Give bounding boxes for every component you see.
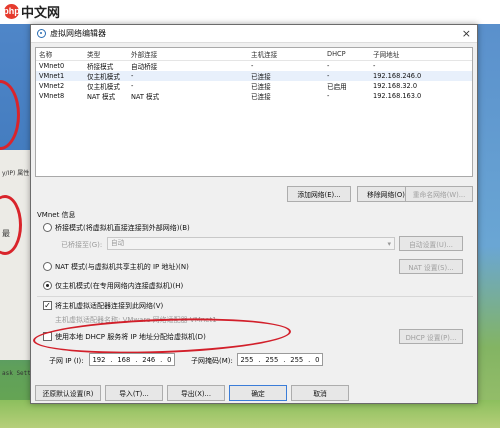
- table-cell: 已连接: [251, 83, 271, 91]
- table-cell: -: [327, 92, 330, 100]
- table-cell: VMnet2: [39, 82, 65, 90]
- chevron-down-icon: ▾: [387, 240, 391, 248]
- connect-adapter-checkbox[interactable]: ✓: [43, 301, 52, 310]
- table-cell: -: [251, 62, 254, 70]
- logo-text: 中文网: [21, 4, 61, 20]
- subnet-ip-input[interactable]: 192. 168. 246. 0: [89, 353, 175, 366]
- dialog-title: 虚拟网络编辑器: [50, 29, 106, 38]
- close-icon[interactable]: ×: [462, 28, 471, 40]
- table-cell: VMnet8: [39, 92, 65, 100]
- table-cell: NAT 模式: [87, 93, 116, 101]
- bridge-to-label: 已桥接至(G):: [61, 241, 103, 249]
- table-row[interactable]: VMnet2 仅主机模式 - 已连接 已启用 192.168.32.0: [36, 81, 472, 91]
- vmnet-info-title: VMnet 信息: [37, 211, 76, 219]
- table-row[interactable]: VMnet1 仅主机模式 - 已连接 - 192.168.246.0: [36, 71, 472, 81]
- dhcp-settings-button[interactable]: DHCP 设置(P)...: [399, 329, 463, 344]
- subnet-mask-input[interactable]: 255. 255. 255. 0: [237, 353, 323, 366]
- table-cell: 已启用: [327, 83, 347, 91]
- background-text-3: ask Sett: [2, 370, 31, 377]
- table-header-row: 名称 类型 外部连接 主机连接 DHCP 子网地址: [36, 48, 472, 61]
- column-header[interactable]: 类型: [84, 48, 128, 61]
- bridge-adapter-value: 自动: [111, 239, 125, 247]
- ip-octet: 255: [240, 355, 254, 364]
- desktop-bottom: [0, 400, 500, 428]
- ip-dot: .: [160, 355, 163, 364]
- host-only-radio[interactable]: [43, 281, 52, 290]
- table-cell: 192.168.163.0: [373, 92, 422, 100]
- ip-dot: .: [258, 355, 261, 364]
- nat-settings-button[interactable]: NAT 设置(S)...: [399, 259, 463, 274]
- ip-dot: .: [308, 355, 311, 364]
- website-header-strip: [0, 0, 500, 24]
- ip-octet: 192: [92, 355, 106, 364]
- network-icon: [37, 29, 46, 38]
- table-cell: -: [327, 62, 330, 70]
- bridge-adapter-select[interactable]: 自动 ▾: [107, 237, 395, 250]
- table-cell: -: [128, 71, 248, 81]
- ip-octet: 255: [265, 355, 279, 364]
- export-button[interactable]: 导出(X)...: [167, 385, 225, 401]
- bridge-mode-label: 桥接模式(将虚拟机直接连接到外部网络)(B): [55, 224, 190, 232]
- table-cell: VMnet0: [39, 62, 65, 70]
- bridge-mode-radio[interactable]: [43, 223, 52, 232]
- background-text-1: y/IP) 属性: [2, 170, 30, 177]
- ip-octet: 0: [167, 355, 172, 364]
- column-header[interactable]: DHCP: [324, 48, 370, 61]
- divider: [37, 296, 473, 297]
- table-cell: VMnet1: [36, 71, 84, 81]
- ip-dot: .: [110, 355, 113, 364]
- virtual-network-editor-dialog: 虚拟网络编辑器 × 名称 类型 外部连接 主机连接 DHCP 子网地址 VMne…: [30, 24, 478, 404]
- table-cell: -: [324, 71, 370, 81]
- table-cell: 仅主机模式: [87, 83, 120, 91]
- column-header[interactable]: 主机连接: [248, 48, 324, 61]
- network-table: 名称 类型 外部连接 主机连接 DHCP 子网地址 VMnet0 桥接模式 自动…: [35, 47, 473, 177]
- connect-adapter-label: 将主机虚拟适配器连接到此网络(V): [55, 302, 164, 310]
- site-logo: php 中文网: [3, 2, 61, 20]
- column-header[interactable]: 名称: [36, 48, 84, 61]
- ip-octet: 255: [290, 355, 304, 364]
- column-header[interactable]: 子网地址: [370, 48, 472, 61]
- table-cell: 已连接: [251, 93, 271, 101]
- table-cell: NAT 模式: [131, 93, 160, 101]
- import-button[interactable]: 导入(T)...: [105, 385, 163, 401]
- ip-octet: 0: [315, 355, 320, 364]
- table-cell: 已连接: [248, 71, 324, 81]
- host-only-label: 仅主机模式(在专用网络内连接虚拟机)(H): [55, 282, 184, 290]
- ip-dot: .: [135, 355, 138, 364]
- table-cell: 自动桥接: [131, 63, 158, 71]
- titlebar: 虚拟网络编辑器: [31, 25, 477, 43]
- ip-octet: 168: [117, 355, 131, 364]
- nat-mode-label: NAT 模式(与虚拟机共享主机的 IP 地址)(N): [55, 263, 189, 271]
- table-row[interactable]: VMnet8 NAT 模式 NAT 模式 已连接 - 192.168.163.0: [36, 91, 472, 101]
- ok-button[interactable]: 确定: [229, 385, 287, 401]
- table-row[interactable]: VMnet0 桥接模式 自动桥接 - - -: [36, 61, 472, 71]
- nat-mode-radio[interactable]: [43, 262, 52, 271]
- column-header[interactable]: 外部连接: [128, 48, 248, 61]
- auto-settings-button[interactable]: 自动设置(U)...: [399, 236, 463, 251]
- table-cell: 仅主机模式: [84, 71, 128, 81]
- table-cell: 192.168.32.0: [373, 82, 418, 90]
- restore-defaults-button[interactable]: 还原默认设置(R): [35, 385, 101, 401]
- subnet-ip-label: 子网 IP (I):: [49, 357, 84, 365]
- ip-dot: .: [283, 355, 286, 364]
- table-cell: 桥接模式: [87, 63, 114, 71]
- table-cell: 192.168.246.0: [370, 71, 472, 81]
- table-cell: -: [131, 82, 134, 90]
- add-network-button[interactable]: 添加网络(E)...: [287, 186, 351, 202]
- background-window-fragment: [0, 150, 34, 360]
- subnet-mask-label: 子网掩码(M):: [191, 357, 233, 365]
- ip-octet: 246: [142, 355, 156, 364]
- cancel-button[interactable]: 取消: [291, 385, 349, 401]
- table-cell: -: [373, 62, 376, 70]
- rename-network-button[interactable]: 重命名网络(W)...: [405, 186, 473, 202]
- logo-mark: php: [3, 3, 20, 19]
